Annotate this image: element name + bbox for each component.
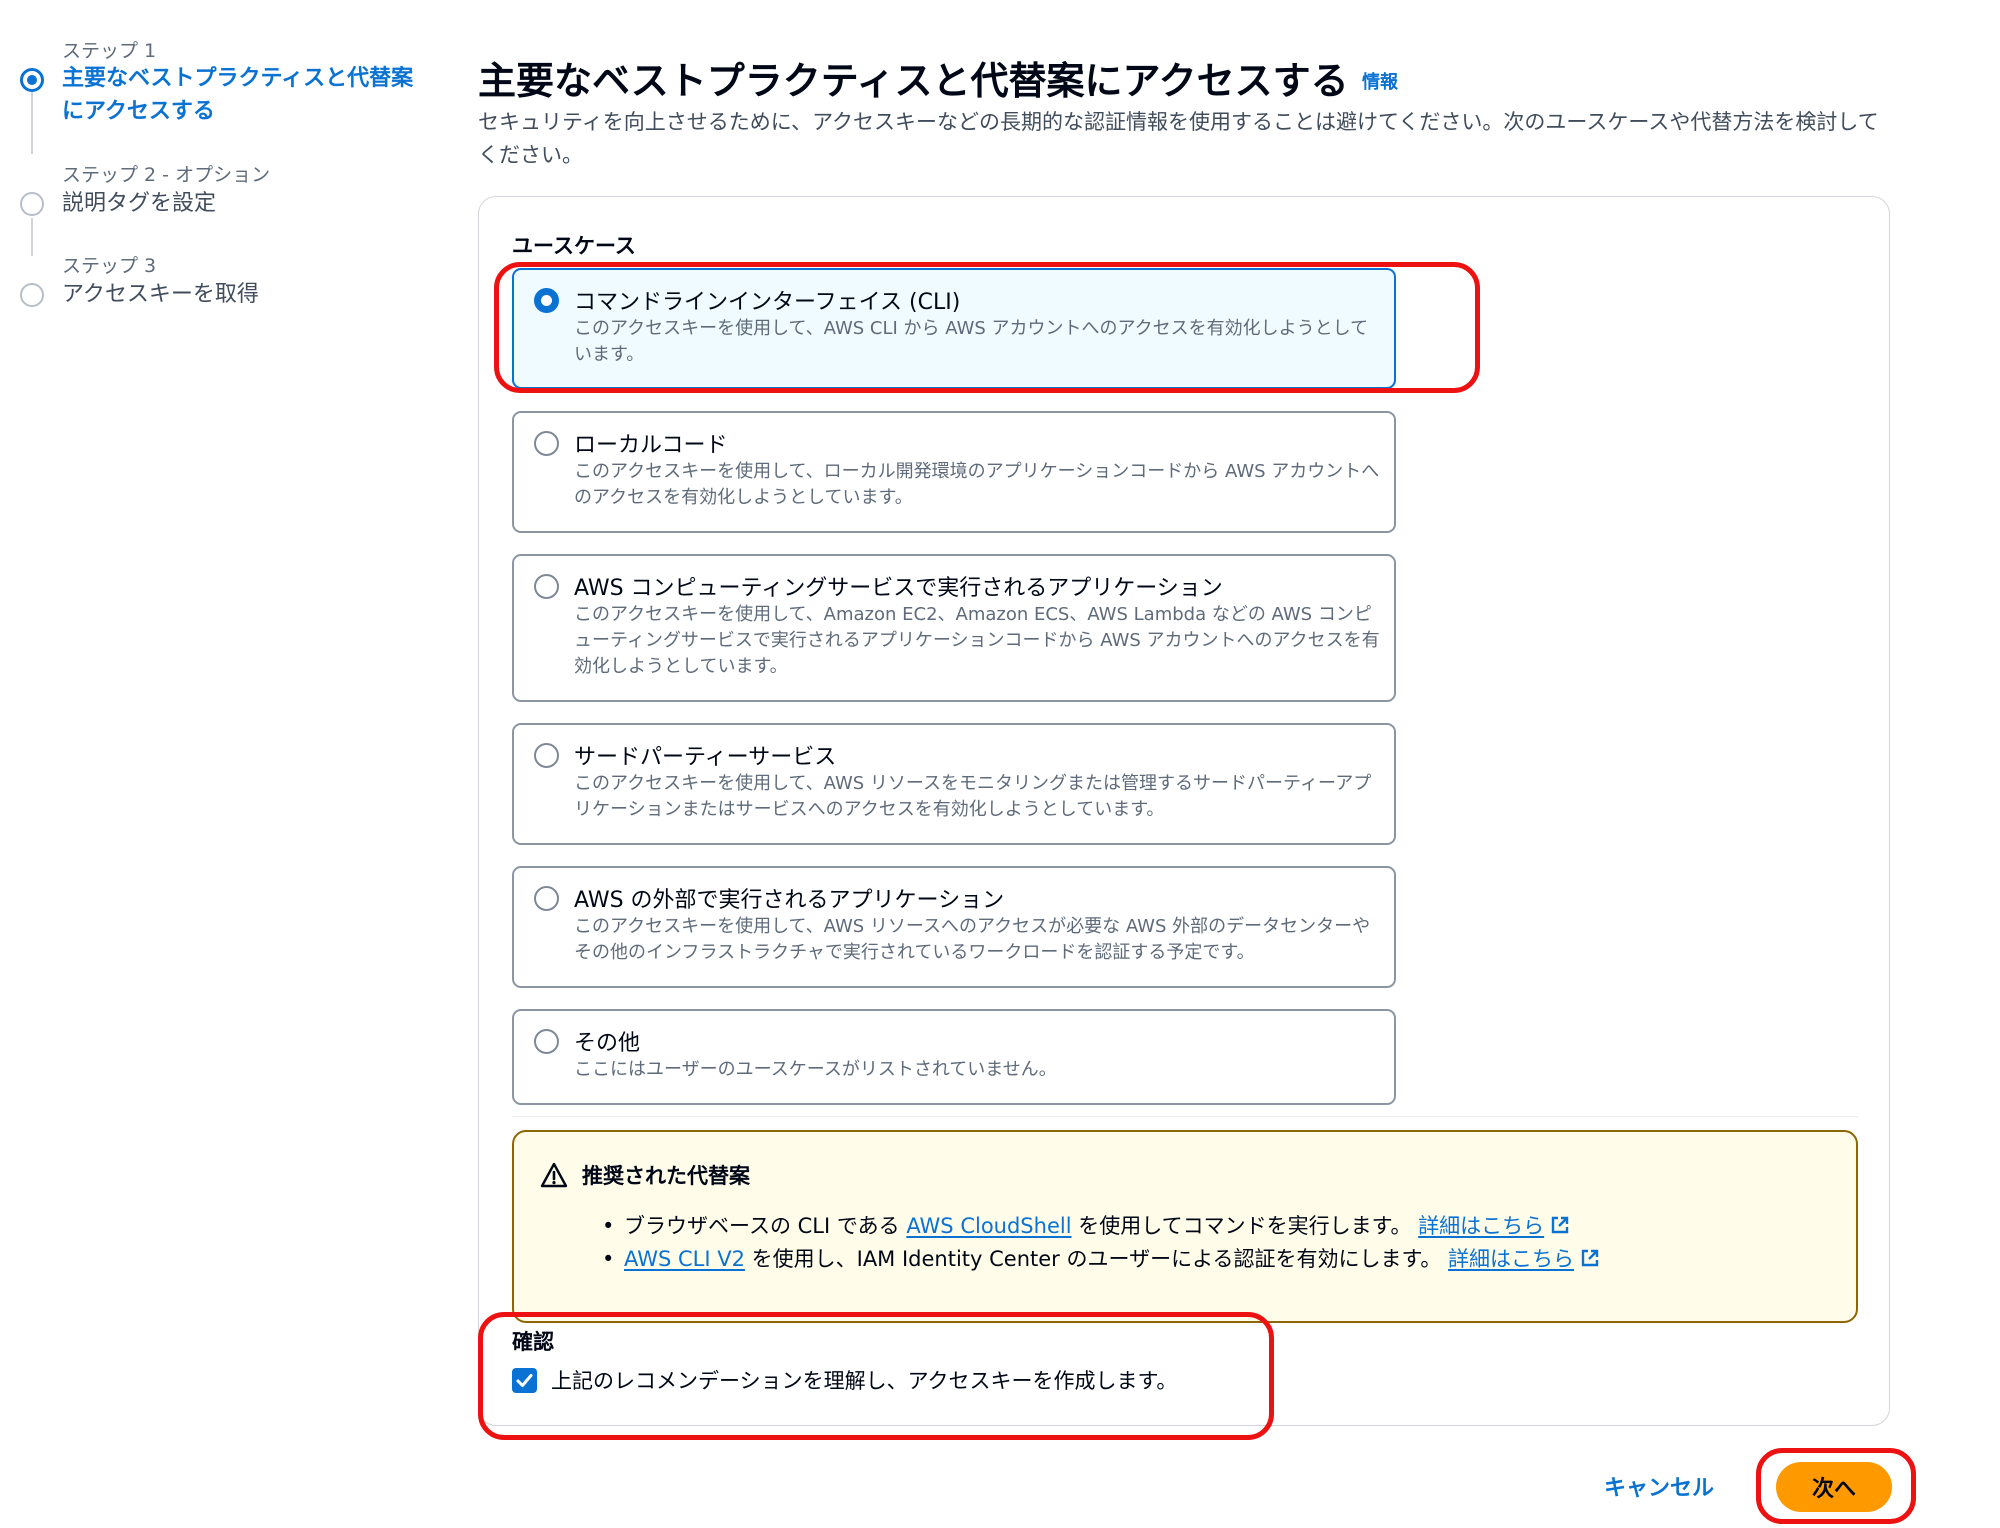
- option-description: このアクセスキーを使用して、AWS リソースへのアクセスが必要な AWS 外部の…: [574, 916, 1371, 963]
- info-link[interactable]: 情報: [1362, 68, 1398, 94]
- option-title: AWS の外部で実行されるアプリケーション: [574, 888, 1005, 913]
- radio-button[interactable]: [534, 886, 559, 911]
- alert-list: ブラウザベースの CLI である AWS CloudShell を使用してコマン…: [602, 1210, 1600, 1276]
- step-2-indicator-icon: [20, 192, 44, 216]
- use-case-option-other[interactable]: その他 ここにはユーザーのユースケースがリストされていません。: [512, 1009, 1396, 1105]
- alert-title: 推奨された代替案: [582, 1164, 750, 1188]
- acknowledgement-text: 上記のレコメンデーションを理解し、アクセスキーを作成します。: [551, 1369, 1178, 1393]
- use-case-option-aws-compute[interactable]: AWS コンピューティングサービスで実行されるアプリケーション このアクセスキー…: [512, 554, 1396, 702]
- step-3-number: ステップ 3: [62, 255, 157, 277]
- step-3-indicator-icon: [20, 283, 44, 307]
- option-description: このアクセスキーを使用して、AWS CLI から AWS アカウントへのアクセス…: [574, 318, 1369, 365]
- option-title: その他: [574, 1031, 641, 1056]
- use-case-option-local-code[interactable]: ローカルコード このアクセスキーを使用して、ローカル開発環境のアプリケーションコ…: [512, 411, 1396, 533]
- step-2-number: ステップ 2 - オプション: [62, 164, 271, 186]
- option-title: サードパーティーサービス: [574, 745, 837, 770]
- radio-button[interactable]: [534, 431, 559, 456]
- step-connector: [31, 92, 33, 154]
- warning-icon: [540, 1162, 568, 1188]
- radio-button[interactable]: [534, 288, 559, 313]
- option-description: このアクセスキーを使用して、ローカル開発環境のアプリケーションコードから AWS…: [574, 461, 1380, 508]
- section-divider: [512, 1116, 1858, 1117]
- option-title: コマンドラインインターフェイス (CLI): [574, 290, 961, 315]
- acknowledgement-label: 確認: [512, 1330, 554, 1354]
- step-2-title: 説明タグを設定: [62, 191, 217, 216]
- step-1-indicator-icon: [20, 68, 44, 92]
- option-description: ここにはユーザーのユースケースがリストされていません。: [574, 1059, 1057, 1080]
- learn-more-link[interactable]: 詳細はこちら: [1448, 1247, 1600, 1271]
- page-title: 主要なベストプラクティスと代替案にアクセスする: [478, 59, 1349, 103]
- use-case-label: ユースケース: [512, 234, 636, 258]
- radio-button[interactable]: [534, 574, 559, 599]
- use-case-option-outside-aws[interactable]: AWS の外部で実行されるアプリケーション このアクセスキーを使用して、AWS …: [512, 866, 1396, 988]
- alert-item-cli-v2: AWS CLI V2 を使用し、IAM Identity Center のユーザ…: [602, 1243, 1600, 1276]
- step-1-title[interactable]: 主要なベストプラクティスと代替案 にアクセスする: [62, 62, 413, 128]
- option-title: ローカルコード: [574, 433, 728, 458]
- next-button[interactable]: 次へ: [1776, 1462, 1892, 1512]
- radio-button[interactable]: [534, 1029, 559, 1054]
- external-link-icon: [1551, 1216, 1569, 1234]
- recommended-alternatives-alert: 推奨された代替案 ブラウザベースの CLI である AWS CloudShell…: [512, 1130, 1858, 1323]
- cloudshell-link[interactable]: AWS CloudShell: [906, 1214, 1071, 1238]
- radio-button[interactable]: [534, 743, 559, 768]
- option-title: AWS コンピューティングサービスで実行されるアプリケーション: [574, 576, 1223, 601]
- aws-cli-v2-link[interactable]: AWS CLI V2: [624, 1247, 745, 1271]
- step-connector: [31, 218, 33, 256]
- option-description: このアクセスキーを使用して、AWS リソースをモニタリングまたは管理するサードパ…: [574, 773, 1372, 820]
- use-case-option-third-party[interactable]: サードパーティーサービス このアクセスキーを使用して、AWS リソースをモニタリ…: [512, 723, 1396, 845]
- alert-item-cloudshell: ブラウザベースの CLI である AWS CloudShell を使用してコマン…: [602, 1210, 1600, 1243]
- cancel-button[interactable]: キャンセル: [1604, 1470, 1714, 1502]
- step-3-title: アクセスキーを取得: [62, 282, 259, 307]
- option-description: このアクセスキーを使用して、Amazon EC2、Amazon ECS、AWS …: [574, 604, 1380, 677]
- acknowledgement-checkbox[interactable]: [512, 1368, 537, 1393]
- external-link-icon: [1581, 1249, 1599, 1267]
- page-description: セキュリティを向上させるために、アクセスキーなどの長期的な認証情報を使用すること…: [478, 110, 1879, 167]
- step-1-number: ステップ 1: [62, 40, 157, 62]
- use-case-option-cli[interactable]: コマンドラインインターフェイス (CLI) このアクセスキーを使用して、AWS …: [512, 268, 1396, 389]
- checkmark-icon: [516, 1374, 533, 1387]
- learn-more-link[interactable]: 詳細はこちら: [1418, 1214, 1570, 1238]
